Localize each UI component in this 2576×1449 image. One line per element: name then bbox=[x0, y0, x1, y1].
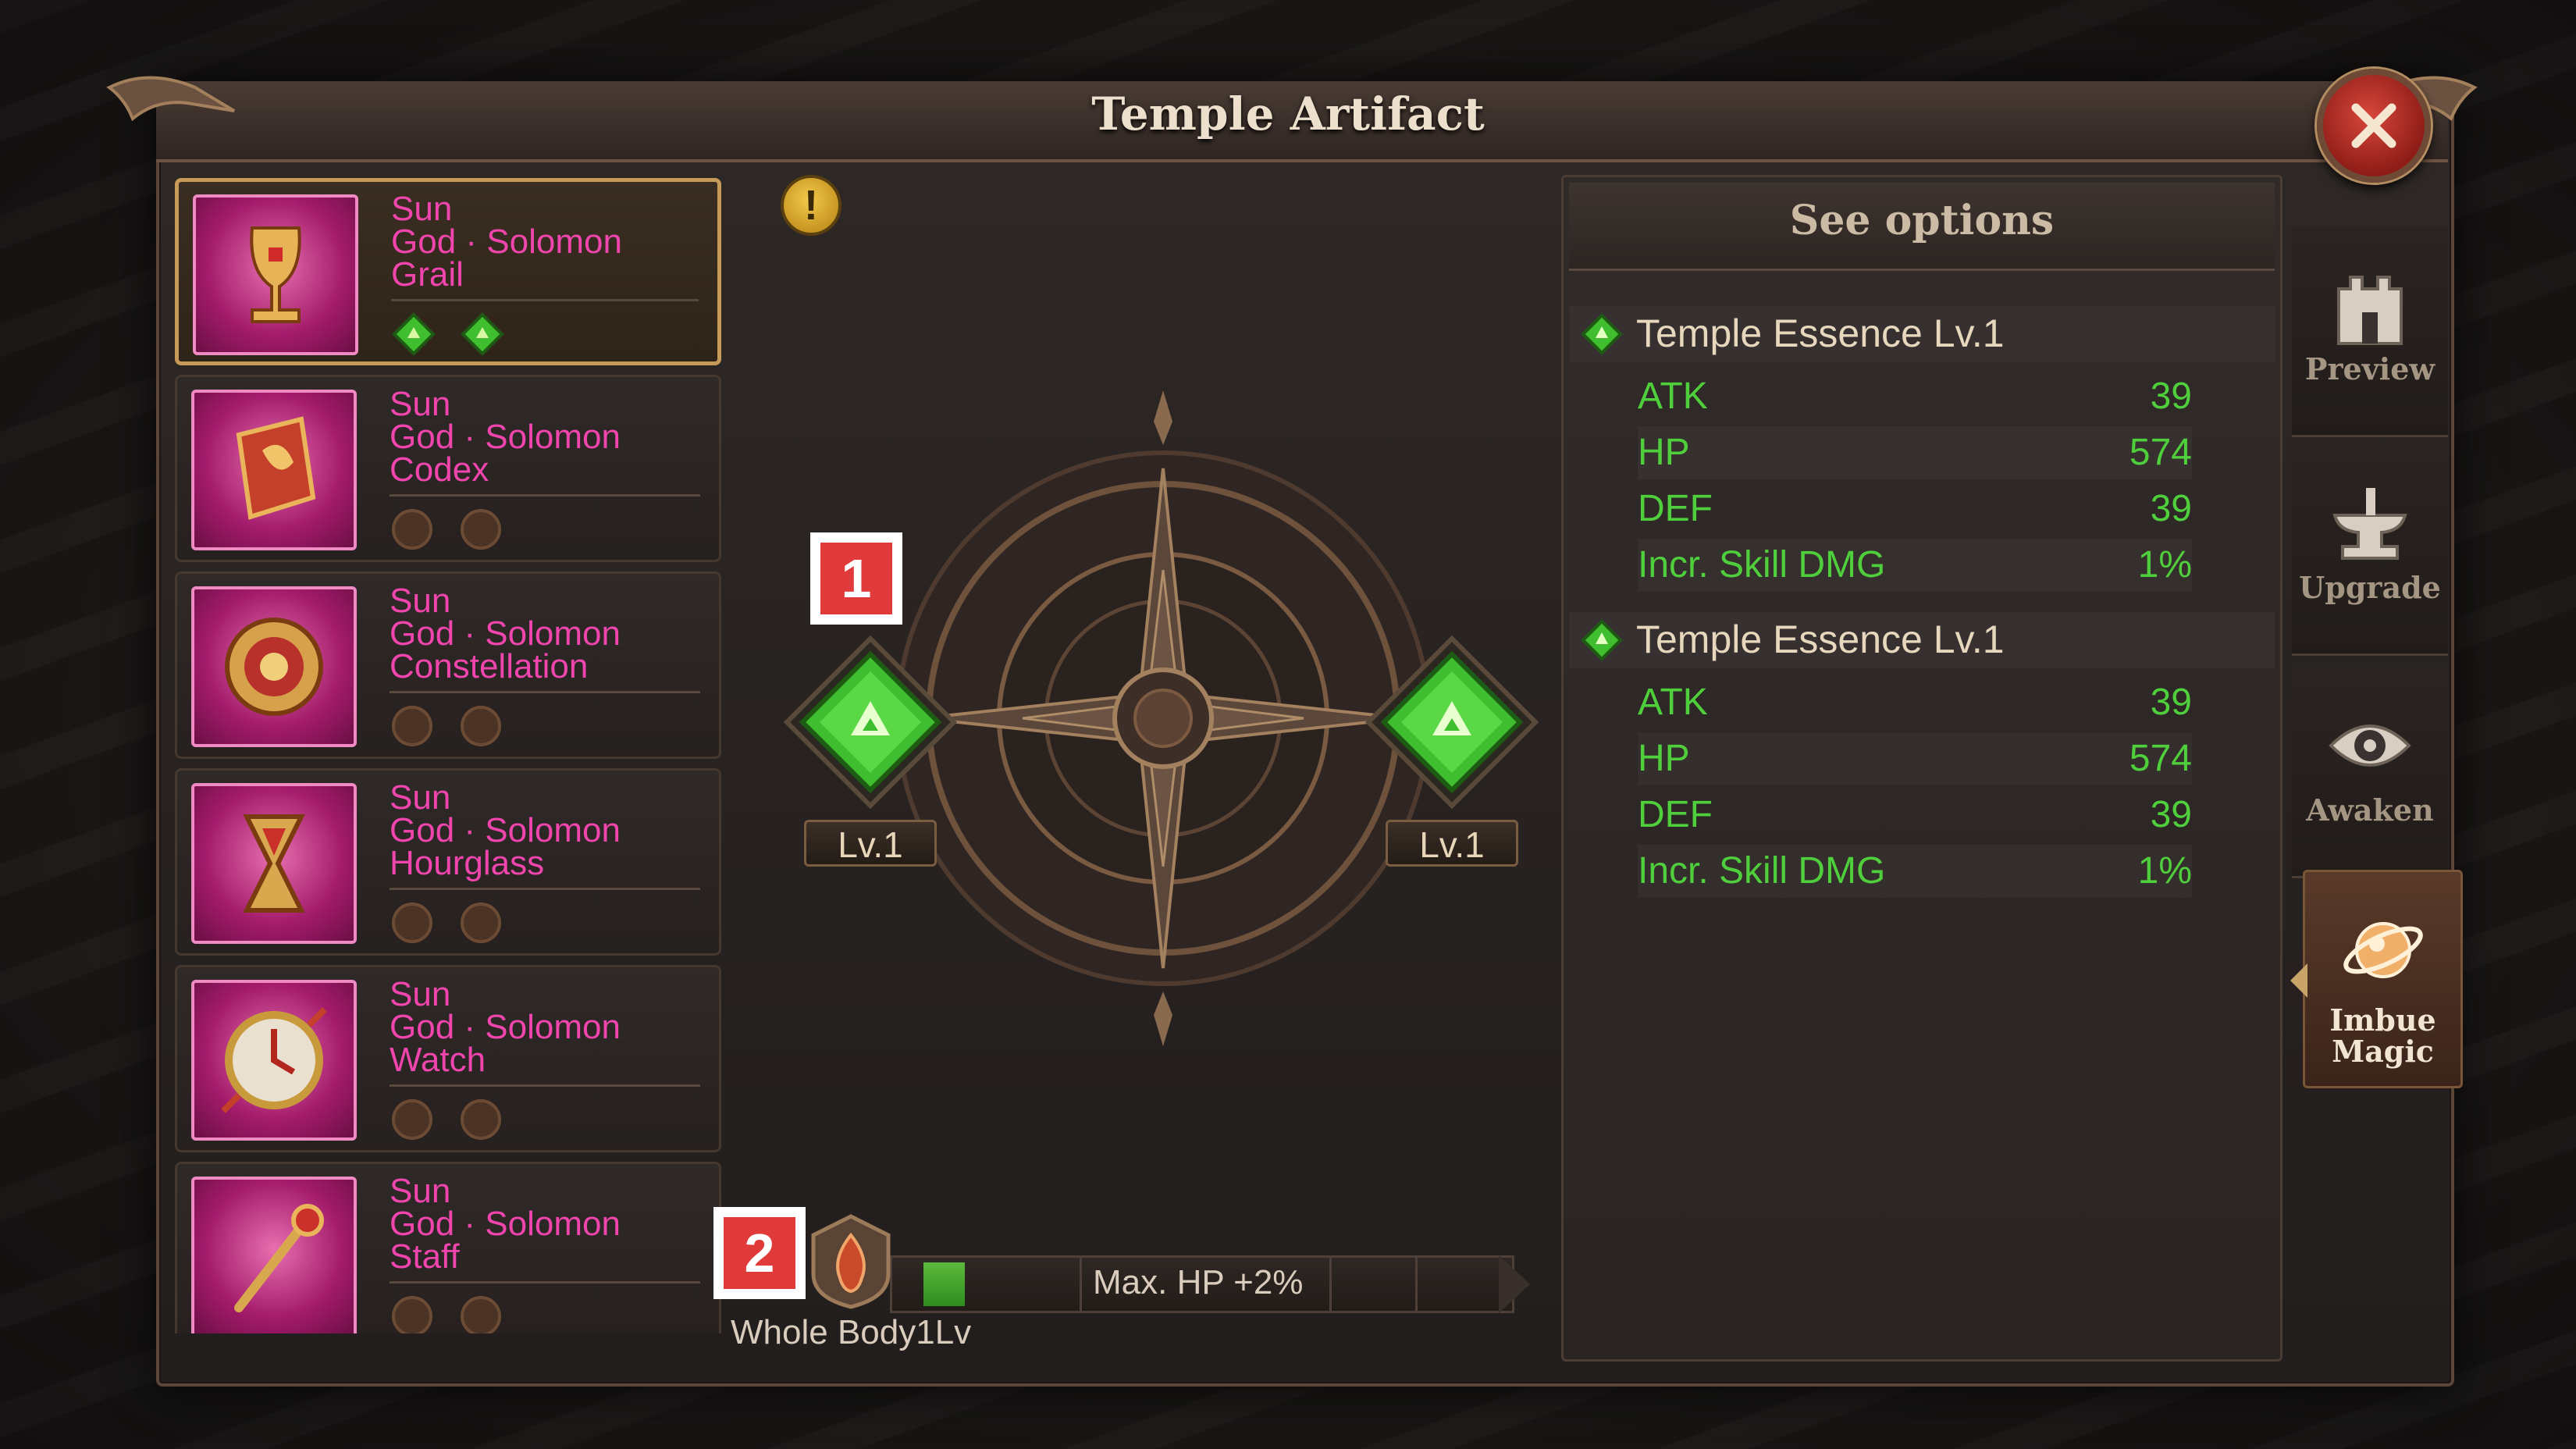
empty-gem-slot-icon bbox=[390, 703, 435, 749]
stat-name: Incr. Skill DMG bbox=[1638, 544, 1886, 586]
tab-label: Imbue Magic bbox=[2329, 1002, 2436, 1069]
stat-row: DEF 39 bbox=[1638, 789, 2192, 842]
tab-label: Upgrade bbox=[2299, 570, 2441, 605]
stat-value: 574 bbox=[2129, 738, 2192, 779]
flame-emblem-icon bbox=[811, 1214, 891, 1309]
annotation-marker-2: 2 bbox=[713, 1207, 806, 1299]
progress-fill bbox=[923, 1262, 965, 1306]
empty-gem-slot-icon bbox=[390, 1294, 435, 1333]
stat-name: DEF bbox=[1638, 794, 1713, 835]
hourglass-icon bbox=[191, 783, 357, 944]
stat-name: ATK bbox=[1638, 682, 1708, 723]
empty-gem-slot-icon bbox=[390, 507, 435, 552]
divider bbox=[390, 1281, 700, 1283]
filled-gem-slot-icon bbox=[460, 312, 505, 357]
stat-value: 39 bbox=[2150, 488, 2192, 529]
constellation-icon bbox=[191, 586, 357, 747]
magic-orb-icon bbox=[2343, 922, 2423, 978]
stat-name: DEF bbox=[1638, 488, 1713, 529]
stat-value: 39 bbox=[2150, 376, 2192, 417]
active-tab-pointer-icon bbox=[2290, 963, 2307, 998]
empty-gem-slot-icon bbox=[458, 900, 503, 945]
tab-label: Awaken bbox=[2306, 792, 2434, 828]
stat-value: 1% bbox=[2137, 850, 2192, 892]
artifact-item-staff[interactable]: Sun God · Solomon Staff bbox=[175, 1162, 721, 1333]
divider bbox=[390, 888, 700, 890]
section-title: Temple Essence Lv.1 bbox=[1636, 618, 2005, 661]
stat-name: HP bbox=[1638, 738, 1690, 779]
watch-icon bbox=[191, 980, 357, 1141]
stat-name: ATK bbox=[1638, 376, 1708, 417]
artifact-item-grail[interactable]: Sun God · Solomon Grail bbox=[175, 178, 721, 365]
left-gem-slot-icon[interactable] bbox=[781, 632, 960, 812]
artifact-item-constellation[interactable]: Sun God · Solomon Constellation bbox=[175, 571, 721, 759]
right-gem-slot-icon[interactable] bbox=[1362, 632, 1542, 812]
codex-icon bbox=[191, 390, 357, 550]
grail-icon bbox=[193, 194, 358, 355]
tab-preview[interactable]: Preview bbox=[2292, 226, 2448, 437]
stat-row: Incr. Skill DMG 1% bbox=[1638, 845, 2192, 898]
tab-upgrade[interactable]: Upgrade bbox=[2292, 445, 2448, 656]
section-title: Temple Essence Lv.1 bbox=[1636, 312, 2005, 355]
stat-row: ATK 39 bbox=[1638, 676, 2192, 729]
progress-divider bbox=[1329, 1258, 1332, 1311]
empty-gem-slot-icon bbox=[458, 507, 503, 552]
artifact-list[interactable]: Sun God · Solomon Grail Sun God · Solomo… bbox=[175, 178, 721, 1333]
artifact-name: Sun God · Solomon Staff bbox=[390, 1172, 621, 1276]
stat-value: 39 bbox=[2150, 682, 2192, 723]
essence-gem-icon bbox=[1581, 313, 1623, 355]
artifact-item-codex[interactable]: Sun God · Solomon Codex bbox=[175, 375, 721, 562]
eye-icon bbox=[2329, 724, 2411, 767]
stat-name: HP bbox=[1638, 432, 1690, 473]
progress-divider bbox=[1415, 1258, 1418, 1311]
empty-gem-slot-icon bbox=[458, 1294, 503, 1333]
window-title: Temple Artifact bbox=[1091, 87, 1485, 141]
empty-gem-slot-icon bbox=[390, 900, 435, 945]
close-button[interactable] bbox=[2317, 69, 2431, 183]
castle-icon bbox=[2337, 276, 2403, 345]
left-gem-level: Lv.1 bbox=[804, 820, 937, 867]
artifact-item-watch[interactable]: Sun God · Solomon Watch bbox=[175, 965, 721, 1152]
stat-row: Incr. Skill DMG 1% bbox=[1638, 539, 2192, 592]
divider bbox=[390, 691, 700, 693]
stat-value: 1% bbox=[2137, 544, 2192, 586]
progress-divider bbox=[1080, 1258, 1082, 1311]
right-gem-level: Lv.1 bbox=[1386, 820, 1518, 867]
stat-row: HP 574 bbox=[1638, 732, 2192, 785]
empty-gem-slot-icon bbox=[458, 703, 503, 749]
tab-label: Preview bbox=[2304, 351, 2435, 386]
artifact-item-hourglass[interactable]: Sun God · Solomon Hourglass bbox=[175, 768, 721, 956]
annotation-marker-1: 1 bbox=[810, 532, 902, 625]
stat-value: 574 bbox=[2129, 432, 2192, 473]
artifact-name: Sun God · Solomon Grail bbox=[391, 190, 622, 294]
staff-icon bbox=[191, 1177, 357, 1333]
stat-row: HP 574 bbox=[1638, 426, 2192, 479]
artifact-name: Sun God · Solomon Constellation bbox=[390, 582, 621, 685]
tab-imbue-magic[interactable]: Imbue Magic bbox=[2303, 870, 2463, 1088]
whole-body-level: Whole Body1Lv bbox=[731, 1313, 972, 1351]
options-title: See options bbox=[1789, 197, 2055, 244]
close-icon bbox=[2351, 103, 2396, 148]
empty-gem-slot-icon bbox=[390, 1097, 435, 1142]
stat-value: 39 bbox=[2150, 794, 2192, 835]
stat-row: DEF 39 bbox=[1638, 482, 2192, 536]
progress-arrow-icon bbox=[1499, 1255, 1530, 1313]
divider bbox=[390, 494, 700, 497]
filled-gem-slot-icon bbox=[391, 312, 436, 357]
essence-gem-icon bbox=[1581, 619, 1623, 661]
stat-name: Incr. Skill DMG bbox=[1638, 850, 1886, 892]
artifact-name: Sun God · Solomon Hourglass bbox=[390, 778, 621, 882]
tab-awaken[interactable]: Awaken bbox=[2292, 668, 2448, 878]
anvil-icon bbox=[2332, 488, 2407, 560]
divider bbox=[390, 1084, 700, 1087]
exclamation-icon[interactable]: ! bbox=[781, 175, 841, 236]
empty-gem-slot-icon bbox=[458, 1097, 503, 1142]
divider bbox=[391, 299, 699, 301]
stat-row: ATK 39 bbox=[1638, 370, 2192, 423]
artifact-name: Sun God · Solomon Watch bbox=[390, 975, 621, 1079]
whole-body-bonus: Max. HP +2% bbox=[1093, 1263, 1304, 1301]
artifact-name: Sun God · Solomon Codex bbox=[390, 385, 621, 489]
